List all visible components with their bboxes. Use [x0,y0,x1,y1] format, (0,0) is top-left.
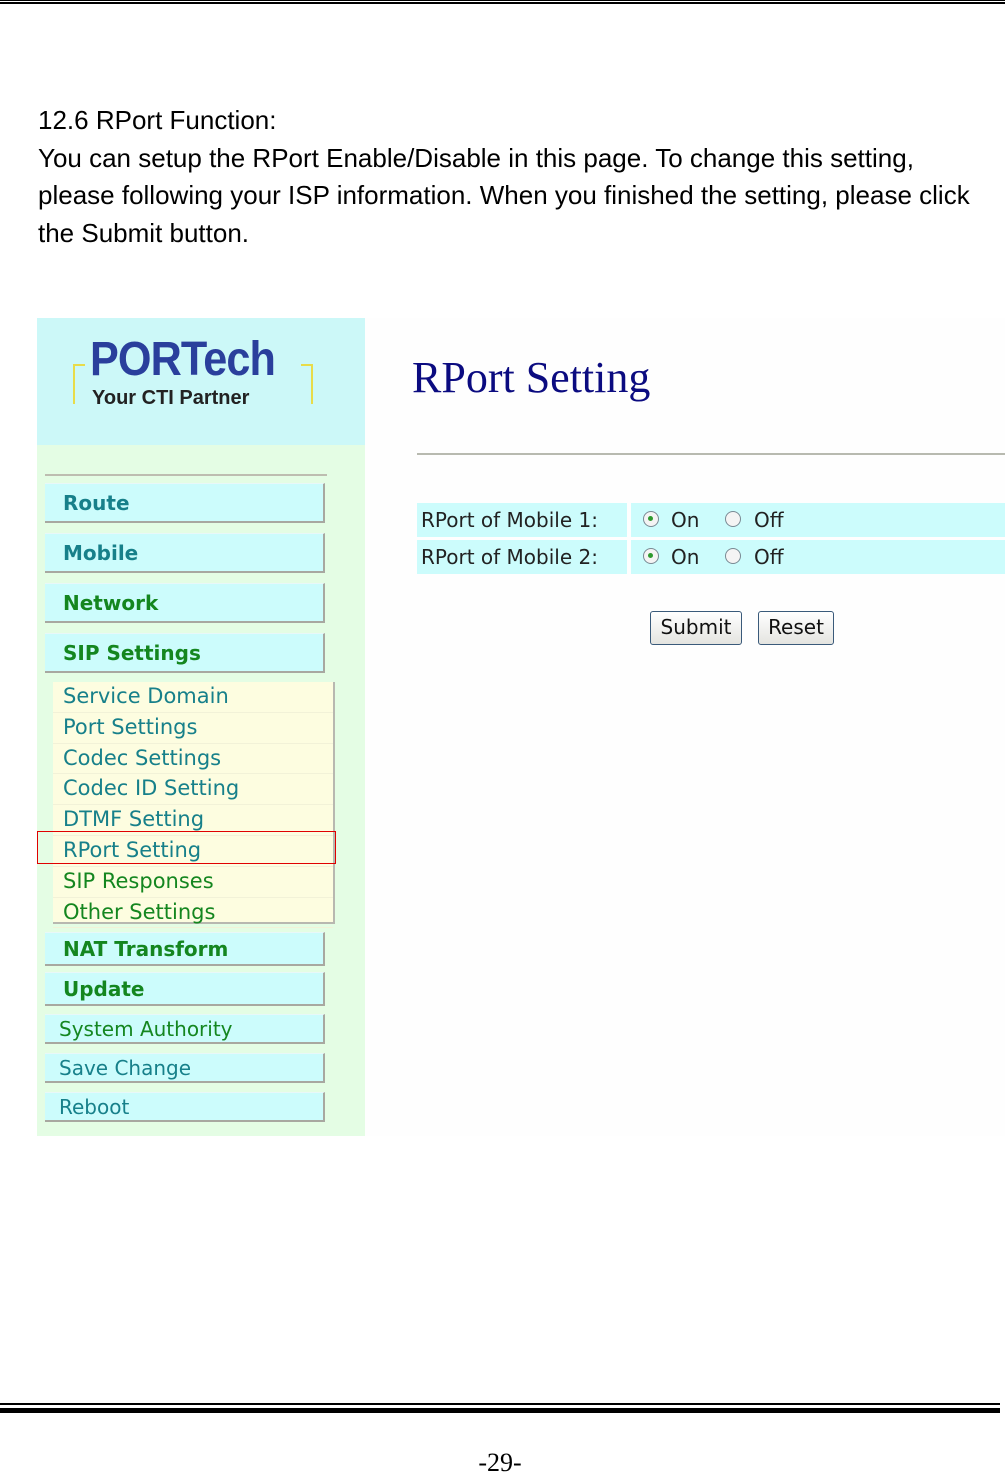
rport-mobile-1-row: RPort of Mobile 1: On Off [417,503,1005,537]
section-paragraph: You can setup the RPort Enable/Disable i… [38,142,970,248]
sidebar-item-save-change[interactable]: Save Change [45,1053,325,1083]
logo-brand: PORTech [90,333,276,386]
rport-mobile-1-on-label[interactable]: On [671,503,699,537]
rport-mobile-2-on-label[interactable]: On [671,540,699,574]
submenu-item-other-settings[interactable]: Other Settings [53,898,333,929]
rport-mobile-1-label: RPort of Mobile 1: [417,503,627,537]
sidebar-item-system-authority[interactable]: System Authority [45,1014,325,1044]
sip-submenu: Service Domain Port Settings Codec Setti… [53,682,335,929]
rport-mobile-2-options: On Off [631,540,1005,574]
sidebar-item-reboot[interactable]: Reboot [45,1092,325,1122]
rport-mobile-1-off-radio[interactable] [725,511,741,527]
sidebar-item-network[interactable]: Network [45,583,325,623]
submenu-item-sip-responses[interactable]: SIP Responses [53,867,333,898]
rport-mobile-1-options: On Off [631,503,1005,537]
rport-mobile-1-off-label[interactable]: Off [754,503,784,537]
rport-mobile-2-on-radio[interactable] [643,548,659,564]
rport-mobile-2-off-radio[interactable] [725,548,741,564]
rport-mobile-2-row: RPort of Mobile 2: On Off [417,540,1005,574]
sidebar-item-sip-settings[interactable]: SIP Settings [45,633,325,673]
embedded-screenshot: PORTech Your CTI Partner Route Mobile Ne… [37,318,1005,1136]
submenu-item-port-settings[interactable]: Port Settings [53,713,333,744]
reset-button[interactable]: Reset [758,611,834,645]
logo: PORTech Your CTI Partner [37,318,365,445]
sidebar: PORTech Your CTI Partner Route Mobile Ne… [37,318,365,1136]
sidebar-item-route[interactable]: Route [45,483,325,523]
rport-highlight-box [37,831,336,864]
page-number: -29- [478,1448,522,1477]
page-title: RPort Setting [412,353,651,402]
submenu-item-service-domain[interactable]: Service Domain [53,682,333,713]
submit-button[interactable]: Submit [650,611,742,645]
title-divider [417,453,1005,455]
intro-text: 12.6 RPort Function: You can setup the R… [38,102,978,252]
rport-mobile-2-label: RPort of Mobile 2: [417,540,627,574]
section-heading: 12.6 RPort Function: [38,105,277,135]
rport-mobile-1-on-radio[interactable] [643,511,659,527]
submenu-item-codec-id-setting[interactable]: Codec ID Setting [53,774,333,806]
sidebar-item-update[interactable]: Update [45,972,325,1006]
main-panel: RPort Setting RPort of Mobile 1: On Off … [365,318,1005,1136]
rport-mobile-2-off-label[interactable]: Off [754,540,784,574]
submenu-item-codec-settings[interactable]: Codec Settings [53,744,333,775]
logo-tagline: Your CTI Partner [88,387,254,410]
sidebar-item-nat-transform[interactable]: NAT Transform [45,932,325,966]
sidebar-divider [45,474,327,476]
sidebar-item-mobile[interactable]: Mobile [45,533,325,573]
